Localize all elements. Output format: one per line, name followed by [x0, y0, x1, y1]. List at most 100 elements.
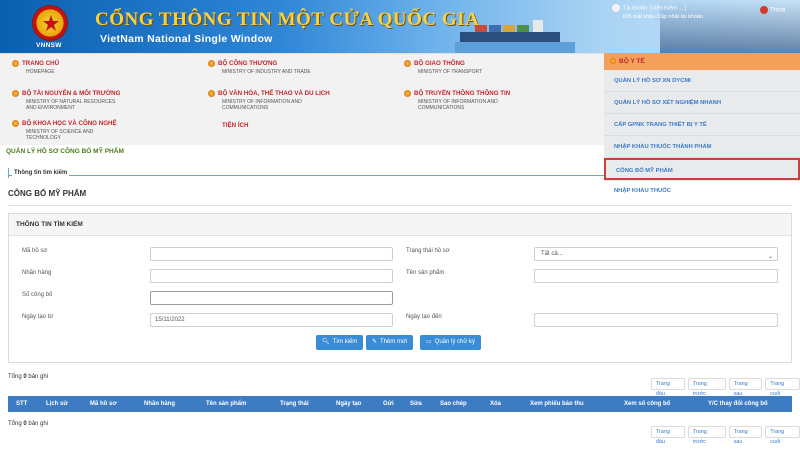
results-table-header: STT Lịch sử Mã hồ sơ Nhãn hàng Tên sản p…	[8, 396, 792, 412]
national-emblem-icon[interactable]	[32, 5, 68, 41]
pager-last[interactable]: Trang cuối	[765, 378, 800, 397]
nav-sublabel: MINISTRY OF INFORMATION AND COMMUNICATIO…	[222, 99, 302, 112]
nav-industry-trade[interactable]: BỘ CÔNG THƯƠNG MINISTRY OF INDUSTRY AND …	[208, 60, 311, 75]
col-xoa: Xóa	[490, 401, 502, 407]
search-button[interactable]: 🔍︎ Tìm kiếm	[316, 335, 364, 350]
total-records-bottom: Tổng 0 bản ghi	[8, 421, 48, 427]
trang-thai-select[interactable]: Tất cả... ⌄	[534, 247, 778, 261]
col-trang-thai: Trạng thái	[280, 401, 309, 407]
logout-label: Thoát	[770, 7, 786, 14]
site-title[interactable]: CỔNG THÔNG TIN MỘT CỬA QUỐC GIA	[95, 9, 479, 31]
col-sao-chep: Sao chép	[440, 401, 467, 407]
pager-next[interactable]: Trang sau	[728, 378, 763, 397]
chevron-down-icon: ⌄	[767, 254, 773, 260]
header-banner: VNNSW CỔNG THÔNG TIN MỘT CỬA QUỐC GIA Vi…	[0, 0, 800, 53]
pager-top: Trang đầu Trang trước Trang sau Trang cu…	[648, 378, 800, 397]
pager-last[interactable]: Trang cuối	[765, 426, 800, 445]
label-ngay-tao-tu: Ngày tạo từ	[22, 314, 54, 320]
pager-bottom: Trang đầu Trang trước Trang sau Trang cu…	[648, 426, 800, 445]
search-button-label: Tìm kiếm	[332, 339, 358, 345]
menu-item-rapid-test[interactable]: QUẢN LÝ HỒ SƠ XÉT NGHIỆM NHANH	[604, 92, 800, 114]
nav-information-communications[interactable]: BỘ TRUYỀN THÔNG THÔNG TIN MINISTRY OF IN…	[404, 90, 584, 111]
ma-ho-so-input[interactable]	[150, 247, 393, 261]
nav-label: TIỆN ÍCH	[222, 122, 249, 129]
edit-icon: ✎	[372, 339, 378, 345]
total-suffix: bản ghi	[28, 421, 49, 427]
power-icon	[760, 6, 768, 14]
site-subtitle: VietNam National Single Window	[100, 33, 273, 45]
pager-first[interactable]: Trang đầu	[651, 378, 685, 397]
add-button-label: Thêm mới	[380, 339, 408, 345]
ngay-tao-tu-input[interactable]: 15/11/2022	[150, 313, 393, 327]
menu-item-drug-import[interactable]: NHẬP KHẨU THUỐC	[604, 180, 800, 202]
col-xem-phieu-bao-thu: Xem phiếu báo thu	[530, 401, 584, 407]
bullet-icon	[12, 90, 19, 97]
bullet-icon	[404, 90, 411, 97]
nav-home[interactable]: TRANG CHỦ HOMEPAGE	[12, 60, 59, 75]
nhan-hang-input[interactable]	[150, 269, 393, 283]
total-prefix: Tổng	[8, 374, 22, 380]
total-records-top: Tổng 0 bản ghi	[8, 374, 48, 380]
search-panel-title: THÔNG TIN TÌM KIẾM	[9, 214, 791, 236]
nav-transport[interactable]: BỘ GIAO THÔNG MINISTRY OF TRANSPORT	[404, 60, 482, 75]
label-ten-san-pham: Tên sản phẩm	[406, 270, 445, 276]
nav-label: BỘ TÀI NGUYÊN & MÔI TRƯỜNG	[22, 90, 121, 97]
col-nhan-hang: Nhãn hàng	[144, 401, 175, 407]
signature-button[interactable]: ▭ Quản lý chữ ký	[420, 335, 482, 350]
health-ministry-dropdown: BỘ Y TẾ QUẢN LÝ HỒ SƠ XN DYCMI QUẢN LÝ H…	[604, 53, 800, 194]
nav-label: BỘ VĂN HÓA, THỂ THAO VÀ DU LỊCH	[218, 90, 330, 97]
menu-item-dycmi[interactable]: QUẢN LÝ HỒ SƠ XN DYCMI	[604, 70, 800, 92]
nav-label: BỘ GIAO THÔNG	[414, 60, 465, 67]
menu-item-finished-drugs[interactable]: NHẬP KHẨU THUỐC THÀNH PHẨM	[604, 136, 800, 158]
bullet-icon	[208, 90, 215, 97]
col-gui: Gửi	[383, 401, 394, 407]
total-suffix: bản ghi	[28, 374, 49, 380]
col-ngay-tao: Ngày tạo	[336, 401, 362, 407]
label-trang-thai: Trạng thái hồ sơ	[406, 248, 450, 254]
nav-sublabel: MINISTRY OF NATURAL RESOURCES AND ENVIRO…	[26, 99, 116, 112]
nav-label: BỘ KHOA HỌC VÀ CÔNG NGHỆ	[22, 120, 117, 127]
col-lich-su: Lịch sử	[46, 401, 68, 407]
col-stt: STT	[16, 401, 28, 407]
menu-item-cosmetics[interactable]: CÔNG BỐ MỸ PHẨM	[604, 158, 800, 180]
divider	[8, 205, 792, 206]
nav-sublabel: MINISTRY OF INFORMATION AND COMMUNICATIO…	[418, 99, 498, 112]
ten-san-pham-input[interactable]	[534, 269, 778, 283]
col-yc-thay-doi: Y/C thay đổi công bố	[708, 401, 768, 407]
breadcrumb: QUẢN LÝ HỒ SƠ CÔNG BỐ MỸ PHẨM	[6, 148, 124, 155]
menu-item-medical-equipment[interactable]: CẤP GPNK TRANG THIẾT BỊ Y TẾ	[604, 114, 800, 136]
page-title: CÔNG BỐ MỸ PHẨM	[8, 189, 87, 198]
cargo-ship-illustration	[455, 20, 575, 53]
health-ministry-header[interactable]: BỘ Y TẾ	[604, 53, 800, 70]
total-count: 0	[23, 374, 27, 380]
label-ma-ho-so: Mã hồ sơ	[22, 248, 48, 254]
nav-utilities[interactable]: TIỆN ÍCH	[222, 122, 248, 129]
nav-science-technology[interactable]: BỘ KHOA HỌC VÀ CÔNG NGHỆ MINISTRY OF SCI…	[12, 120, 192, 141]
folder-icon: ▭	[426, 339, 432, 345]
nav-sublabel: MINISTRY OF SCIENCE AND TECHNOLOGY	[26, 129, 94, 142]
user-account-label: Tài khoản: [Viện Kiểm ... ]	[623, 5, 686, 12]
nav-label: BỘ CÔNG THƯƠNG	[218, 60, 278, 67]
pager-first[interactable]: Trang đầu	[651, 426, 685, 445]
pager-next[interactable]: Trang sau	[728, 426, 763, 445]
nav-sublabel: HOMEPAGE	[26, 69, 55, 76]
page: VNNSW CỔNG THÔNG TIN MỘT CỬA QUỐC GIA Vi…	[0, 0, 800, 450]
pager-prev[interactable]: Trang trước	[687, 378, 726, 397]
total-count: 0	[23, 421, 27, 427]
col-xem-so-cong-bo: Xem số công bố	[624, 401, 671, 407]
logout-button[interactable]: Thoát	[760, 6, 785, 14]
nav-natural-resources[interactable]: BỘ TÀI NGUYÊN & MÔI TRƯỜNG MINISTRY OF N…	[12, 90, 192, 111]
ngay-tao-den-input[interactable]	[534, 313, 778, 327]
add-button[interactable]: ✎ Thêm mới	[366, 335, 414, 350]
bullet-icon	[208, 60, 215, 67]
nav-culture-sports[interactable]: BỘ VĂN HÓA, THỂ THAO VÀ DU LỊCH MINISTRY…	[208, 90, 388, 111]
bullet-icon	[12, 60, 19, 67]
emblem-caption: VNNSW	[36, 42, 62, 49]
bullet-icon	[12, 120, 19, 127]
col-ma-ho-so: Mã hồ sơ	[90, 401, 117, 407]
account-links[interactable]: Đổi mật khẩu Cập nhật tài khoản	[612, 13, 703, 22]
so-cong-bo-input[interactable]	[150, 291, 393, 305]
user-avatar-icon	[612, 4, 620, 12]
nav-sublabel: MINISTRY OF INDUSTRY AND TRADE	[222, 69, 311, 76]
pager-prev[interactable]: Trang trước	[687, 426, 726, 445]
